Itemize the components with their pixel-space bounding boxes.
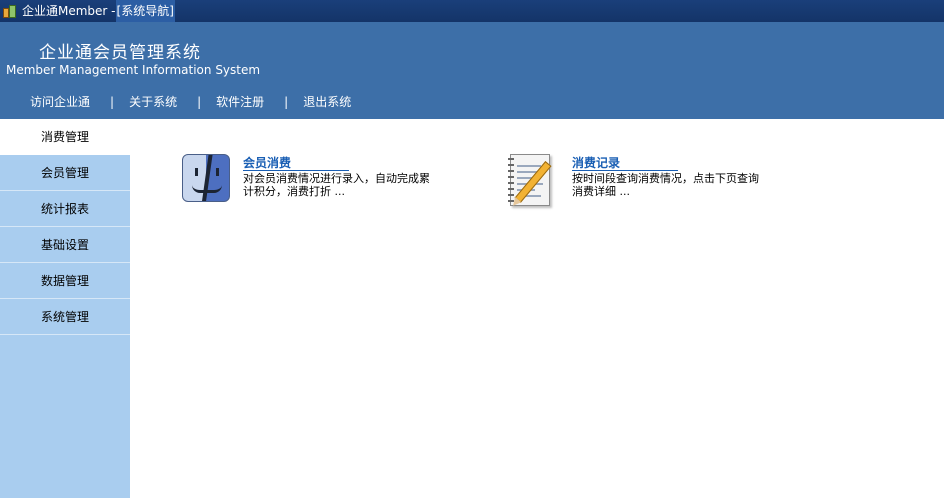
window-titlebar: 企业通Member - [系统导航] — [0, 0, 944, 22]
consumption-records-link[interactable]: 消费记录 — [572, 156, 678, 171]
sidebar-item-reports[interactable]: 统计报表 — [0, 191, 130, 227]
top-nav: 访问企业通 | 关于系统 | 软件注册 | 退出系统 — [30, 93, 351, 110]
app-icon — [2, 3, 18, 19]
nav-exit-link[interactable]: 退出系统 — [303, 93, 351, 110]
card-description: 按时间段查询消费情况，点击下页查询 消费详细 ... — [572, 172, 782, 198]
sidebar-item-data[interactable]: 数据管理 — [0, 263, 130, 299]
system-title-cn: 企业通会员管理系统 — [39, 43, 201, 63]
window-title-section: [系统导航] — [115, 0, 175, 22]
nav-visit-link[interactable]: 访问企业通 — [30, 93, 90, 110]
card-description-line: 按时间段查询消费情况，点击下页查询 — [572, 172, 759, 185]
notepad-pencil-icon[interactable] — [507, 152, 561, 210]
sidebar: 消费管理 会员管理 统计报表 基础设置 数据管理 系统管理 — [0, 119, 130, 498]
nav-separator: | — [110, 94, 115, 109]
system-title-en: Member Management Information System — [6, 63, 261, 77]
nav-separator: | — [197, 94, 202, 109]
nav-separator: | — [284, 94, 289, 109]
card-member-consumption: 会员消费 对会员消费情况进行录入，自动完成累 计积分，消费打折 ... — [181, 152, 453, 210]
sidebar-item-consumption[interactable]: 消费管理 — [0, 119, 130, 155]
card-description: 对会员消费情况进行录入，自动完成累 计积分，消费打折 ... — [243, 172, 453, 198]
member-consumption-link[interactable]: 会员消费 — [243, 156, 349, 171]
card-description-line: 计积分，消费打折 ... — [243, 185, 345, 198]
window-title: 企业通Member - — [22, 4, 116, 18]
sidebar-item-system[interactable]: 系统管理 — [0, 299, 130, 335]
sidebar-item-settings[interactable]: 基础设置 — [0, 227, 130, 263]
nav-register-link[interactable]: 软件注册 — [216, 93, 264, 110]
sidebar-item-members[interactable]: 会员管理 — [0, 155, 130, 191]
card-description-line: 对会员消费情况进行录入，自动完成累 — [243, 172, 430, 185]
header-banner: 企业通会员管理系统 Member Management Information … — [0, 22, 944, 119]
card-description-line: 消费详细 ... — [572, 185, 630, 198]
card-consumption-records: 消费记录 按时间段查询消费情况，点击下页查询 消费详细 ... — [507, 152, 782, 210]
nav-about-link[interactable]: 关于系统 — [129, 93, 177, 110]
finder-face-icon[interactable] — [181, 152, 235, 210]
